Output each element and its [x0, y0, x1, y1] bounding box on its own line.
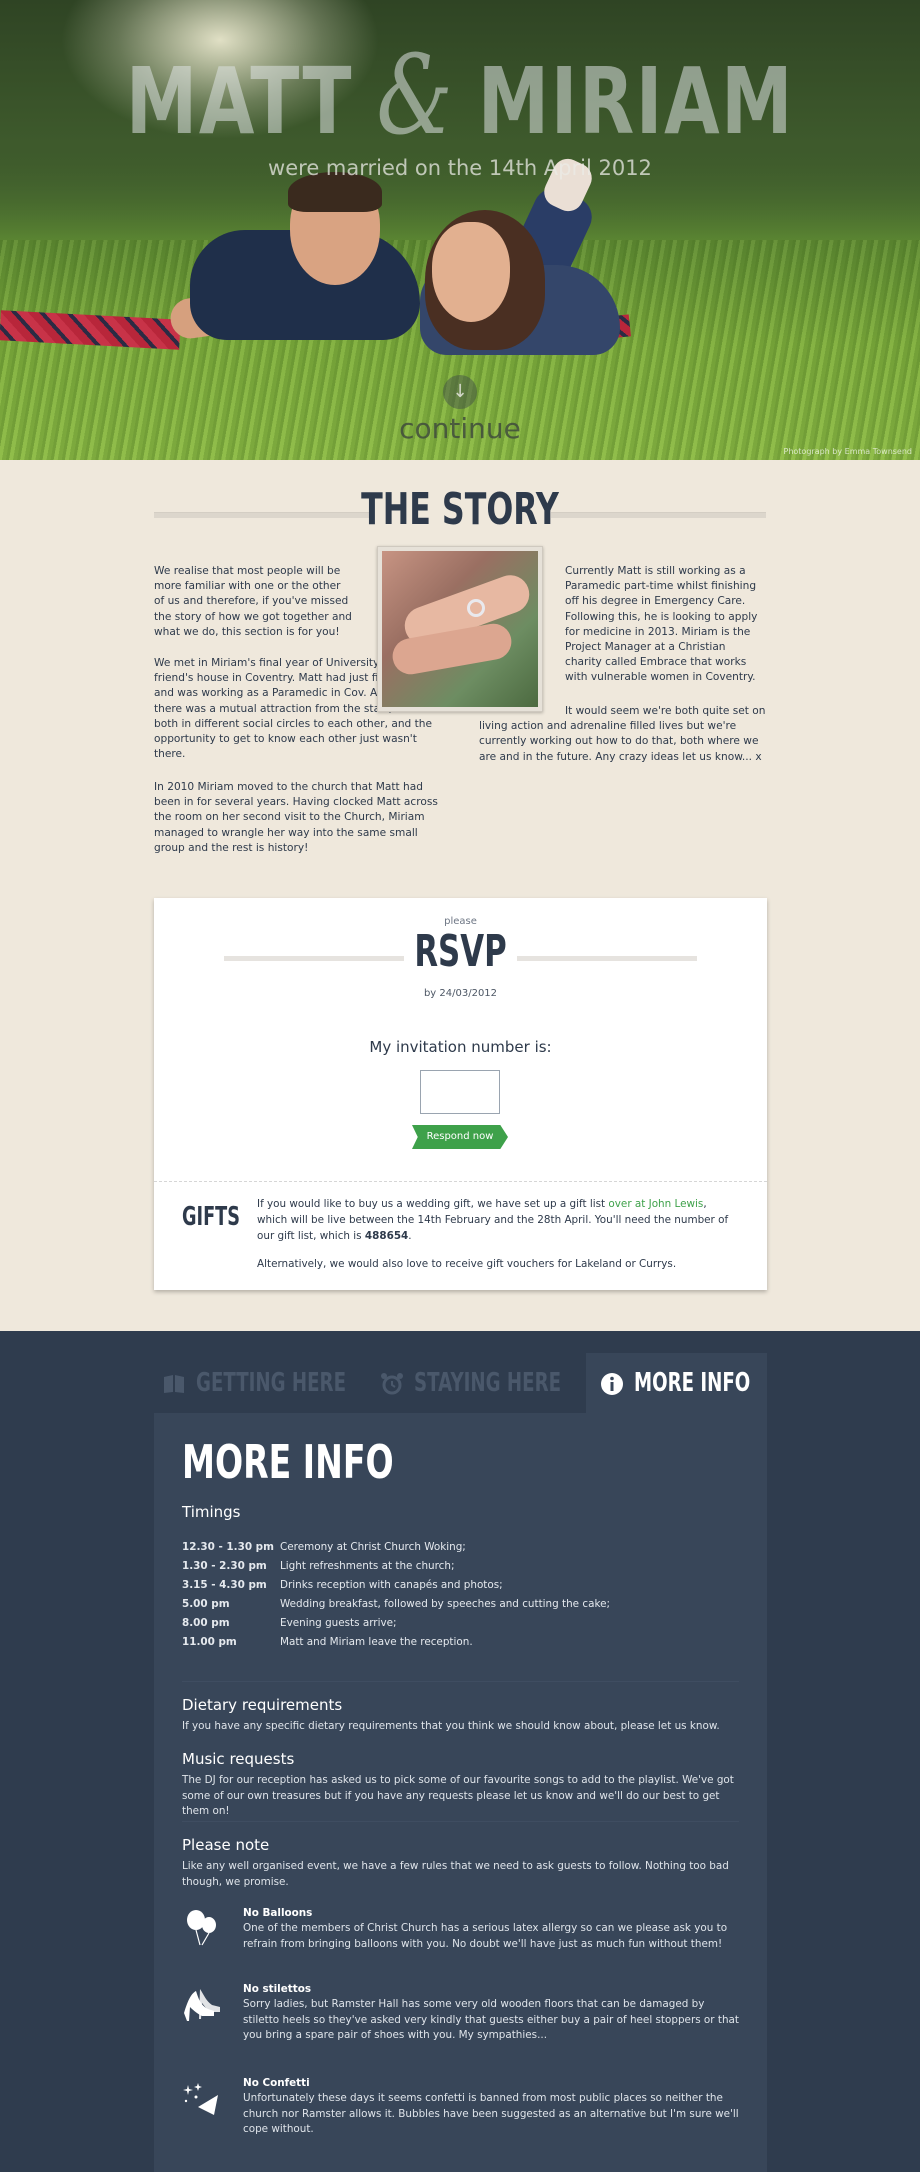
- dietary-heading: Dietary requirements: [182, 1696, 343, 1714]
- info-icon: [601, 1372, 623, 1395]
- rule-text: Sorry ladies, but Ramster Hall has some …: [243, 1998, 739, 2041]
- timings-list: 12.30 - 1.30 pm Ceremony at Christ Church…: [182, 1541, 610, 1655]
- timing-row: 11.00 pm Matt and Miriam leave the recept…: [182, 1636, 610, 1655]
- gifts-alternative: Alternatively, we would also love to rec…: [257, 1258, 677, 1270]
- timing-time: 8.00 pm: [182, 1617, 230, 1629]
- engagement-ring-image: [382, 551, 538, 707]
- invitation-number-label: My invitation number is:: [369, 1038, 552, 1056]
- ring-shape: [467, 599, 485, 617]
- gifts-text: If you would like to buy us a wedding gi…: [257, 1196, 737, 1284]
- music-text: The DJ for our reception has asked us to…: [182, 1774, 734, 1817]
- tab-getting-here[interactable]: GETTING HERE: [162, 1353, 346, 1413]
- hero-title: MATT & MIRIAM: [101, 40, 819, 150]
- rule-text: Unfortunately these days it seems confet…: [243, 2092, 739, 2135]
- rule-item: No Balloons One of the members of Christ…: [182, 1907, 742, 1967]
- music-heading: Music requests: [182, 1750, 295, 1768]
- more-info-panel: MORE INFO Timings 12.30 - 1.30 pm Ceremon…: [154, 1413, 767, 2172]
- couple-photo-part: [432, 222, 510, 322]
- timing-event: Wedding breakfast, followed by speeches …: [280, 1598, 610, 1610]
- dietary-text: If you have any specific dietary require…: [182, 1720, 720, 1732]
- timing-event: Evening guests arrive;: [280, 1617, 397, 1629]
- book-icon: [164, 1374, 184, 1393]
- john-lewis-link[interactable]: over at John Lewis: [608, 1198, 703, 1210]
- story-section: THE STORY We realise that most people wi…: [0, 460, 920, 1330]
- balloons-icon: [187, 1910, 216, 1946]
- alarm-clock-icon: [381, 1372, 403, 1394]
- divider: [182, 1681, 739, 1682]
- story-right-col-top: Currently Matt is still working as a Par…: [565, 564, 765, 701]
- continue-link[interactable]: continue: [0, 412, 920, 445]
- tab-staying-here[interactable]: STAYING HERE: [380, 1353, 561, 1413]
- timing-time: 5.00 pm: [182, 1598, 230, 1610]
- tab-label: GETTING HERE: [196, 1368, 347, 1398]
- story-paragraph: Currently Matt is still working as a Par…: [565, 565, 758, 684]
- story-left-col-bottom: In 2010 Miriam moved to the church that …: [154, 780, 444, 871]
- tab-more-info[interactable]: MORE INFO: [586, 1353, 767, 1413]
- gifts-heading: GIFTS: [182, 1202, 240, 1232]
- timing-time: 12.30 - 1.30 pm: [182, 1541, 274, 1553]
- timing-time: 3.15 - 4.30 pm: [182, 1579, 267, 1591]
- story-left-col-mid: We met in Miriam's final year of Univers…: [154, 656, 444, 777]
- timing-time: 1.30 - 2.30 pm: [182, 1560, 267, 1572]
- story-heading: THE STORY: [361, 484, 559, 535]
- story-left-col-top: We realise that most people will be more…: [154, 564, 354, 655]
- rule-item: No stilettos Sorry ladies, but Ramster H…: [182, 1983, 742, 2053]
- invitation-number-input[interactable]: [420, 1070, 500, 1114]
- bride-name: MIRIAM: [477, 48, 795, 155]
- rsvp-deadline: by 24/03/2012: [423, 988, 498, 999]
- story-paragraph: It would seem we're both quite set on li…: [479, 705, 766, 763]
- rule-text: One of the members of Christ Church has …: [243, 1922, 728, 1950]
- timing-event: Matt and Miriam leave the reception.: [280, 1636, 473, 1648]
- rule-title: No stilettos: [243, 1983, 312, 1995]
- info-tabs: GETTING HERE STAYING HERE MORE INFO: [154, 1353, 767, 1413]
- timing-row: 5.00 pm Wedding breakfast, followed by sp…: [182, 1598, 610, 1617]
- photo-credit: Photograph by Emma Townsend: [783, 447, 913, 456]
- timing-row: 3.15 - 4.30 pm Drinks reception with cana…: [182, 1579, 610, 1598]
- hero-banner: MATT & MIRIAM were married on the 14th Apr…: [0, 0, 920, 460]
- divider: [154, 1181, 767, 1182]
- arrow-down-icon[interactable]: ↓: [443, 375, 477, 409]
- story-right-col-bottom: It would seem we're both quite set on li…: [479, 704, 769, 780]
- story-paragraph: We realise that most people will be more…: [154, 565, 352, 638]
- ampersand: &: [376, 31, 455, 159]
- rule-title: No Balloons: [243, 1907, 313, 1919]
- stiletto-icon: [184, 1989, 220, 2021]
- rule-title: No Confetti: [243, 2077, 310, 2089]
- confetti-icon: [183, 2083, 218, 2115]
- timing-row: 8.00 pm Evening guests arrive;: [182, 1617, 610, 1636]
- rsvp-title: RSVP: [414, 926, 507, 977]
- groom-name: MATT: [125, 48, 354, 155]
- timing-row: 1.30 - 2.30 pm Light refreshments at the …: [182, 1560, 610, 1579]
- rsvp-card: please RSVP by 24/03/2012 My invitation …: [154, 898, 767, 1290]
- story-heading-block: THE STORY: [154, 484, 766, 544]
- ring-photo: [377, 546, 543, 712]
- timing-event: Light refreshments at the church;: [280, 1560, 455, 1572]
- rule-item: No Confetti Unfortunately these days it …: [182, 2077, 742, 2135]
- timing-event: Ceremony at Christ Church Woking;: [280, 1541, 466, 1553]
- divider: [182, 1821, 739, 1822]
- timings-heading: Timings: [182, 1503, 241, 1521]
- tab-label: MORE INFO: [634, 1368, 751, 1398]
- respond-now-button[interactable]: Respond now: [412, 1125, 508, 1149]
- timing-event: Drinks reception with canapés and photos…: [280, 1579, 503, 1591]
- please-note-text: Like any well organised event, we have a…: [182, 1860, 729, 1888]
- more-info-heading: MORE INFO: [182, 1435, 394, 1489]
- gift-list-number: 488654: [364, 1230, 409, 1242]
- hero-subtitle: were married on the 14th April 2012: [268, 156, 652, 180]
- tab-label: STAYING HERE: [414, 1368, 562, 1398]
- info-section: GETTING HERE STAYING HERE MORE INFO MORE…: [0, 1331, 920, 2172]
- please-note-heading: Please note: [182, 1836, 270, 1854]
- story-paragraph: In 2010 Miriam moved to the church that …: [154, 781, 438, 854]
- gifts-text-part: If you would like to buy us a wedding gi…: [257, 1198, 609, 1210]
- timing-time: 11.00 pm: [182, 1636, 237, 1648]
- timing-row: 12.30 - 1.30 pm Ceremony at Christ Church…: [182, 1541, 610, 1560]
